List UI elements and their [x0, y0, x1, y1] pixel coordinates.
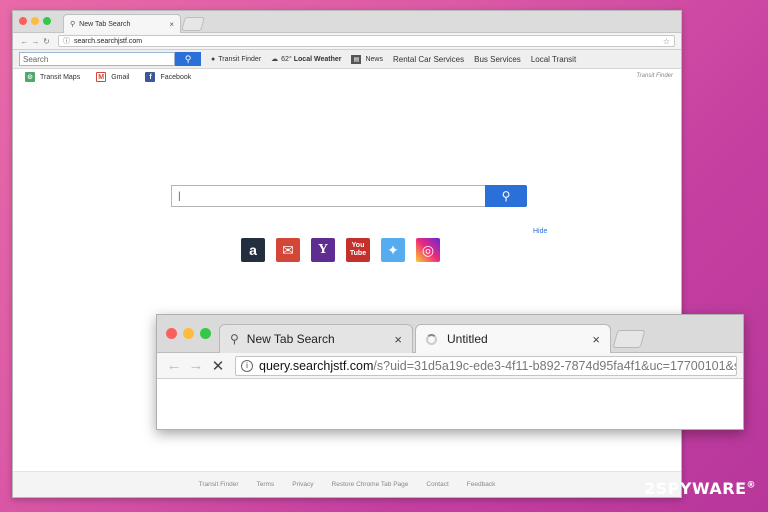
close-tab-icon[interactable]: × — [169, 20, 174, 29]
footer-link-terms[interactable]: Terms — [257, 481, 275, 488]
url-path: /s?uid=31d5a19c-ede3-4f11-b892-7874d95fa… — [373, 358, 737, 373]
instagram-icon[interactable]: ◎ — [416, 238, 440, 262]
overlay-address-bar: ← → ✕ i query.searchjstf.com/s?uid=31d5a… — [157, 353, 743, 379]
toolbar-rental-car[interactable]: Rental Car Services — [393, 55, 464, 64]
search-icon: ⚲ — [230, 332, 239, 346]
close-tab-icon[interactable]: × — [394, 332, 402, 347]
pin-icon: ● — [211, 55, 216, 63]
weather-temp: 62° — [281, 55, 292, 63]
hide-link[interactable]: Hide — [533, 228, 547, 235]
main-search-box: | ⚲ — [171, 185, 527, 207]
page-footer: Transit Finder Terms Privacy Restore Chr… — [13, 471, 681, 497]
close-tab-icon[interactable]: × — [592, 332, 600, 347]
main-search-input[interactable]: | — [171, 185, 485, 207]
toolbar-bus-services-label: Bus Services — [474, 54, 521, 64]
facebook-icon: f — [145, 72, 156, 82]
toolbar-search-input[interactable]: Search — [19, 52, 175, 66]
back-arrow-icon[interactable]: ← — [19, 37, 30, 46]
toolbar-weather[interactable]: ☁ 62° Local Weather — [271, 55, 342, 64]
maximize-window-button[interactable] — [200, 328, 211, 339]
tab-new-tab-search[interactable]: ⚲ New Tab Search × — [219, 324, 413, 353]
new-tab-button[interactable] — [181, 17, 205, 31]
toolbar-search-button[interactable]: ⚲ — [175, 52, 201, 66]
tab-title: Untitled — [447, 332, 488, 346]
toolbar-local-transit[interactable]: Local Transit — [531, 55, 576, 64]
toolbar-search-placeholder: Search — [23, 54, 49, 64]
bookmark-gmail[interactable]: M Gmail — [96, 72, 129, 82]
info-icon: ⓘ — [63, 38, 70, 45]
map-pin-icon: ⊙ — [25, 72, 35, 82]
tab-untitled[interactable]: Untitled × — [415, 324, 611, 353]
overlay-browser-window: ⚲ New Tab Search × Untitled × ← → ✕ i qu… — [156, 314, 744, 430]
close-window-button[interactable] — [19, 17, 27, 25]
bookmark-transit-maps[interactable]: ⊙ Transit Maps — [25, 72, 80, 82]
maximize-window-button[interactable] — [43, 17, 51, 25]
forward-arrow-icon[interactable]: → — [185, 357, 207, 374]
toolbar-news[interactable]: ▤ News — [351, 54, 383, 64]
footer-link-feedback[interactable]: Feedback — [467, 481, 496, 488]
footer-link-privacy[interactable]: Privacy — [292, 481, 313, 488]
bookmark-label: Transit Maps — [40, 73, 81, 81]
toolbar-bus-services[interactable]: Bus Services — [474, 55, 521, 64]
yahoo-icon[interactable]: Y — [311, 238, 335, 262]
url-field[interactable]: ⓘ search.searchjstf.com ☆ — [58, 35, 675, 47]
main-address-bar: ← → ↻ ⓘ search.searchjstf.com ☆ — [13, 33, 681, 50]
tab-new-tab-search[interactable]: ⚲ New Tab Search × — [63, 14, 181, 33]
youtube-icon[interactable]: You Tube — [346, 238, 370, 262]
bookmark-label: Facebook — [160, 73, 192, 81]
bookmark-label: Gmail — [111, 73, 130, 81]
bookmarks-bar: ⊙ Transit Maps M Gmail f Facebook Transi… — [13, 69, 681, 85]
gmail-icon[interactable]: ✉ — [276, 238, 300, 262]
extension-toolbar: Search ⚲ ● Transit Finder ☁ 62° Local We… — [13, 50, 681, 69]
amazon-icon[interactable]: a — [241, 238, 265, 262]
watermark-text: 2SPYWARE — [643, 479, 747, 498]
gmail-icon: M — [96, 72, 107, 82]
minimize-window-button[interactable] — [183, 328, 194, 339]
forward-arrow-icon[interactable]: → — [30, 37, 41, 46]
site-shortcuts: a ✉ Y You Tube ✦ ◎ — [241, 238, 451, 262]
overlay-tab-bar: ⚲ New Tab Search × Untitled × — [157, 315, 743, 353]
twitter-icon[interactable]: ✦ — [381, 238, 405, 262]
bookmark-star-icon[interactable]: ☆ — [663, 37, 670, 46]
close-window-button[interactable] — [166, 328, 177, 339]
toolbar-transit-finder-label: Transit Finder — [218, 55, 262, 63]
toolbar-rental-car-label: Rental Car Services — [392, 54, 465, 64]
reload-icon[interactable]: ↻ — [41, 37, 52, 46]
news-icon: ▤ — [351, 54, 362, 64]
tab-title: New Tab Search — [246, 332, 335, 346]
tab-title: New Tab Search — [79, 20, 131, 28]
main-search-button[interactable]: ⚲ — [485, 185, 527, 207]
loading-spinner-icon — [426, 333, 437, 345]
footer-link-restore[interactable]: Restore Chrome Tab Page — [332, 481, 409, 488]
search-icon: ⚲ — [70, 21, 76, 28]
info-icon: i — [241, 359, 253, 372]
watermark-logo: 2SPYWARE® — [644, 479, 756, 498]
minimize-window-button[interactable] — [31, 17, 39, 25]
main-tab-bar: ⚲ New Tab Search × — [13, 11, 681, 33]
toolbar-local-transit-label: Local Transit — [530, 54, 577, 64]
stop-loading-icon[interactable]: ✕ — [207, 357, 229, 375]
weather-cloud-icon: ☁ — [271, 56, 279, 63]
new-tab-button[interactable] — [612, 330, 646, 348]
transit-finder-brand: Transit Finder — [636, 73, 673, 79]
footer-link-transit-finder[interactable]: Transit Finder — [199, 481, 239, 488]
url-domain: query.searchjstf.com — [259, 358, 374, 373]
url-field[interactable]: i query.searchjstf.com/s?uid=31d5a19c-ed… — [235, 355, 737, 376]
url-text: search.searchjstf.com — [74, 37, 143, 45]
search-icon: ⚲ — [184, 53, 192, 64]
toolbar-transit-finder[interactable]: ● Transit Finder — [211, 56, 261, 63]
back-arrow-icon[interactable]: ← — [163, 357, 185, 374]
footer-link-contact[interactable]: Contact — [426, 481, 448, 488]
toolbar-news-label: News — [365, 55, 383, 63]
watermark-suffix: ® — [746, 480, 756, 491]
bookmark-facebook[interactable]: f Facebook — [145, 72, 191, 82]
weather-label: Local Weather — [293, 55, 342, 63]
search-icon: ⚲ — [501, 189, 511, 203]
